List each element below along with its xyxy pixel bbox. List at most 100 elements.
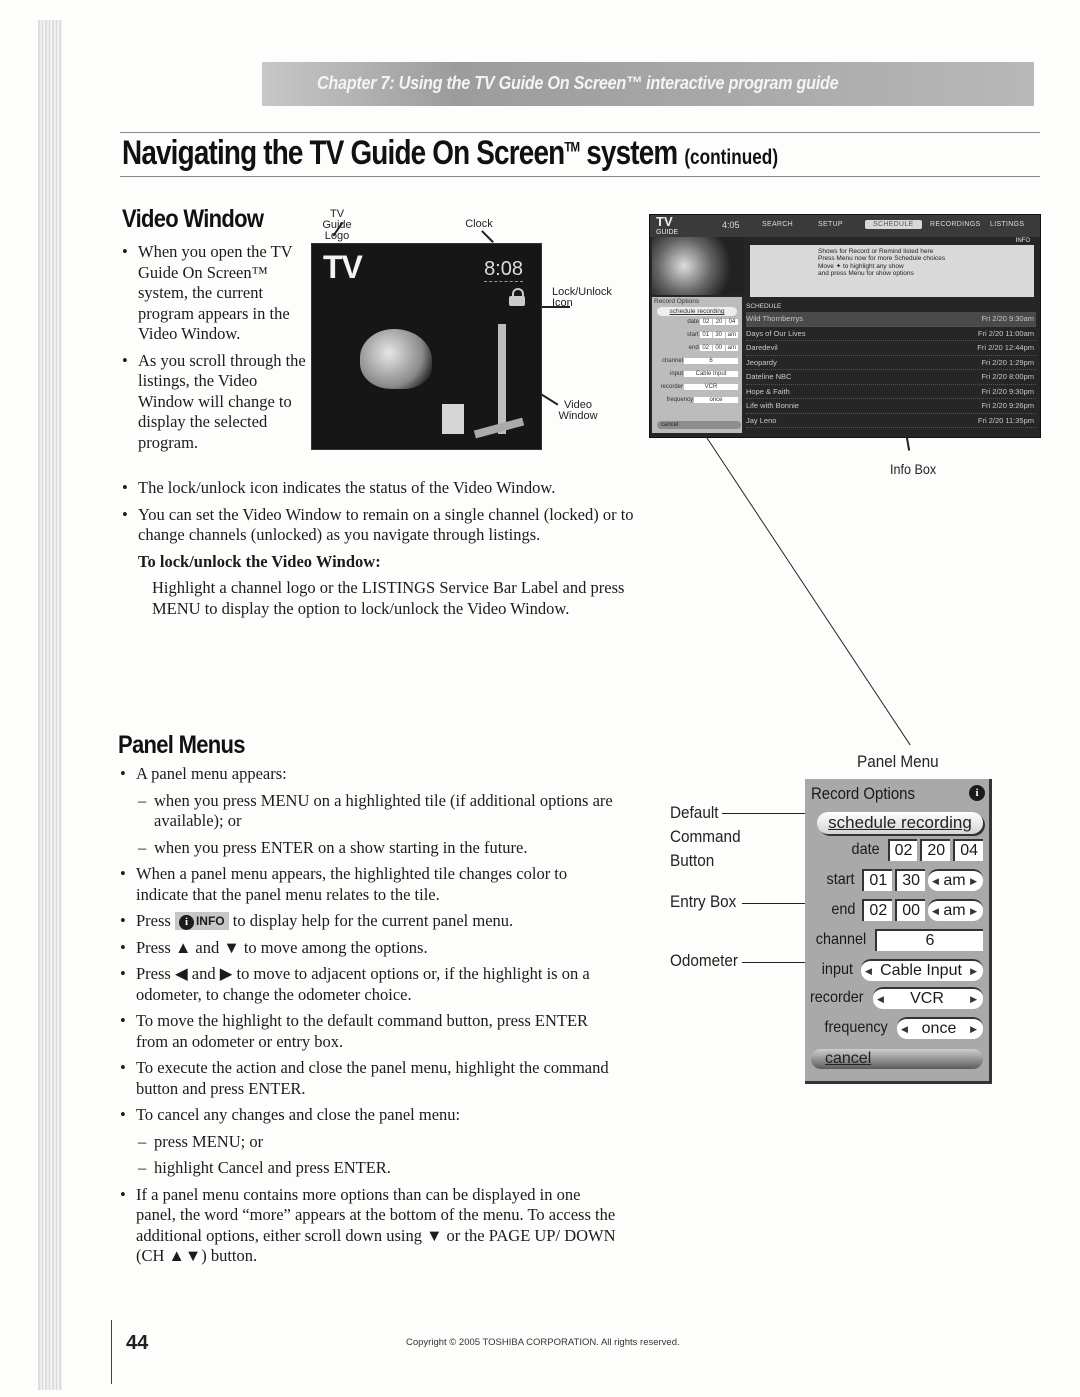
date-row: date 02 20 04 <box>850 839 983 861</box>
bullet: Press ▲ and ▼ to move among the options. <box>118 938 618 959</box>
end-ampm-odometer[interactable]: ◀ am ▶ <box>928 899 983 921</box>
channel-entry[interactable]: 6 <box>875 929 983 951</box>
video-window-screenshot: TV GUIDE 8:08 <box>311 243 542 450</box>
tv-guide-screen: TV GUIDE 4:05 SEARCH SETUP SCHEDULE RECOR… <box>649 214 1041 438</box>
section-heading-panel-menus: Panel Menus <box>118 731 245 759</box>
panel-menus-bullets: A panel menu appears: when you press MEN… <box>118 764 618 1273</box>
start-minute-entry[interactable]: 30 <box>895 869 926 891</box>
callout-command: Command <box>670 827 741 846</box>
callout-button: Button <box>670 851 715 870</box>
cancel-button[interactable]: cancel <box>811 1049 983 1069</box>
show-time: Fri 2/20 1:29pm <box>981 357 1034 367</box>
procedure-text: Highlight a channel logo or the LISTINGS… <box>152 578 625 618</box>
show-title: Life with Bonnie <box>746 401 799 410</box>
start-row: start 01 30 ◀ am ▶ <box>825 869 983 891</box>
tab-recordings[interactable]: RECORDINGS <box>930 221 980 228</box>
procedure-title: To lock/unlock the Video Window: <box>138 551 381 571</box>
show-time: Fri 2/20 12:44pm <box>977 343 1034 352</box>
bullet: You can set the Video Window to remain o… <box>120 505 660 546</box>
leader-line <box>538 306 570 308</box>
chapter-title: Chapter 7: Using the TV Guide On Screen™… <box>317 73 839 93</box>
show-title: Dateline NBC <box>746 372 792 381</box>
tab-listings[interactable]: LISTINGS <box>990 221 1024 228</box>
show-time: Fri 2/20 9:30am <box>981 314 1034 323</box>
schedule-row[interactable]: Jay Leno Fri 2/20 11:35pm <box>746 414 1036 428</box>
bullet: As you scroll through the listings, the … <box>120 351 310 454</box>
left-arrow-icon: ◀ <box>932 876 939 886</box>
service-bar <box>650 215 1040 237</box>
start-hour-entry[interactable]: 01 <box>862 869 893 891</box>
schedule-row[interactable]: Hope & Faith Fri 2/20 9:30pm <box>746 385 1036 399</box>
right-arrow-icon: ▶ <box>970 966 977 976</box>
bullet: To move the highlight to the default com… <box>118 1011 618 1052</box>
show-time: Fri 2/20 9:26pm <box>981 401 1034 410</box>
bullet: To cancel any changes and close the pane… <box>118 1105 618 1126</box>
leader-line <box>481 230 494 243</box>
bullet: Press iINFO to display help for the curr… <box>118 911 618 932</box>
callout-info-box: Info Box <box>890 461 937 477</box>
show-time: Fri 2/20 9:30pm <box>981 386 1034 396</box>
info-box: INFO Shows for Record or Remind listed h… <box>750 238 1034 297</box>
show-time: Fri 2/20 8:00pm <box>981 372 1034 381</box>
recorder-odometer[interactable]: ◀ VCR ▶ <box>873 987 983 1009</box>
tab-schedule[interactable]: SCHEDULE <box>865 220 922 229</box>
bullet: If a panel menu contains more options th… <box>118 1185 618 1267</box>
callout-odometer: Odometer <box>670 951 739 970</box>
dash-item: press MENU; or <box>136 1132 618 1153</box>
tv-guide-logo: TV GUIDE <box>656 214 679 236</box>
tab-search[interactable]: SEARCH <box>762 221 793 228</box>
show-time: Fri 2/20 11:00am <box>977 328 1034 338</box>
show-title: Wild Thornberrys <box>746 314 803 323</box>
scan-binding-edge <box>38 20 62 1390</box>
section-heading-video-window: Video Window <box>122 205 264 233</box>
bullet: When you open the TV Guide On Screen™ sy… <box>120 242 310 345</box>
channel-row: channel 6 <box>813 929 983 951</box>
title-rule-bottom <box>120 176 1040 177</box>
right-arrow-icon: ▶ <box>970 994 977 1004</box>
callout-default: Default <box>670 803 719 822</box>
input-row: input ◀ Cable Input ▶ <box>820 959 983 981</box>
input-odometer[interactable]: ◀ Cable Input ▶ <box>861 959 983 981</box>
bullet: Press ◀ and ▶ to move to adjacent option… <box>118 964 618 1005</box>
right-arrow-icon: ▶ <box>970 1024 977 1034</box>
start-ampm-odometer[interactable]: ◀ am ▶ <box>928 869 983 891</box>
date-day-entry[interactable]: 20 <box>920 839 951 861</box>
right-arrow-icon: ▶ <box>970 906 977 916</box>
lock-icon <box>509 288 525 306</box>
schedule-row[interactable]: Life with Bonnie Fri 2/20 9:26pm <box>746 399 1036 414</box>
bullet: When a panel menu appears, the highlight… <box>118 864 618 905</box>
date-year-entry[interactable]: 04 <box>953 839 983 861</box>
title-rule-top <box>120 132 1040 133</box>
bullet: A panel menu appears: <box>118 764 618 785</box>
schedule-row[interactable]: Daredevil Fri 2/20 12:44pm <box>746 341 1036 356</box>
end-minute-entry[interactable]: 00 <box>895 899 926 921</box>
schedule-recording-button[interactable]: schedule recording <box>817 812 983 834</box>
chapter-banner: Chapter 7: Using the TV Guide On Screen™… <box>262 62 1034 106</box>
schedule-row[interactable]: Wild Thornberrys Fri 2/20 9:30am <box>746 312 1036 327</box>
tv-guide-logo: TV GUIDE <box>323 251 363 283</box>
schedule-row[interactable]: Days of Our Lives Fri 2/20 11:00am <box>746 327 1036 341</box>
page-title: Navigating the TV Guide On ScreenTM syst… <box>122 134 779 172</box>
left-arrow-icon: ◀ <box>877 994 884 1004</box>
copyright: Copyright © 2005 TOSHIBA CORPORATION. Al… <box>406 1337 680 1348</box>
show-title: Days of Our Lives <box>746 328 806 338</box>
figure-caption-panel-menu: Panel Menu <box>857 752 939 771</box>
recorder-row: recorder ◀ VCR ▶ <box>807 987 983 1009</box>
left-arrow-icon: ◀ <box>901 1024 908 1034</box>
schedule-row[interactable]: Dateline NBC Fri 2/20 8:00pm <box>746 370 1036 385</box>
dash-item: when you press ENTER on a show starting … <box>136 838 618 859</box>
schedule-recording-button[interactable]: schedule recording <box>657 307 737 316</box>
left-arrow-icon: ◀ <box>865 966 872 976</box>
left-arrow-icon: ◀ <box>932 906 939 916</box>
frequency-odometer[interactable]: ◀ once ▶ <box>897 1017 983 1039</box>
video-detail <box>498 324 506 434</box>
end-hour-entry[interactable]: 02 <box>862 899 893 921</box>
info-icon[interactable]: i <box>969 785 985 801</box>
cancel-button[interactable]: cancel <box>657 421 741 429</box>
schedule-row[interactable]: Jeopardy Fri 2/20 1:29pm <box>746 356 1036 370</box>
date-month-entry[interactable]: 02 <box>887 839 918 861</box>
info-button[interactable]: INFO <box>1016 238 1030 244</box>
callout-video-window: Video Window <box>558 399 598 422</box>
tab-setup[interactable]: SETUP <box>818 221 843 228</box>
panel-menu-title: Record Options <box>811 784 915 803</box>
